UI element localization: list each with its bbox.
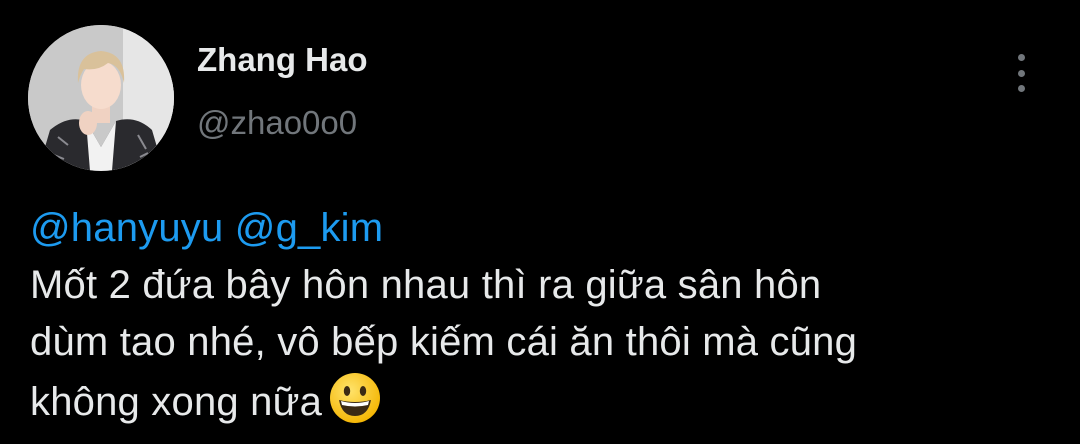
tweet-line: Mốt 2 đứa bây hôn nhau thì ra giữa sân h… [30,263,822,307]
tweet-last-line: không xong nữa [30,371,1060,431]
more-vertical-icon [1017,54,1025,92]
tweet-line: dùm tao nhé, vô bếp kiếm cái ăn thôi mà … [30,320,858,364]
avatar[interactable] [28,25,174,171]
author-handle[interactable]: @zhao0o0 [197,103,357,143]
more-options-button[interactable] [1006,52,1036,94]
tweet-mentions: @hanyuyu @g_kim [30,200,1060,257]
tweet-line: không xong nữa [30,380,323,424]
author-display-name[interactable]: Zhang Hao [197,40,368,80]
grinning-face-icon [330,373,381,423]
avatar-image [28,25,174,171]
tweet-text: @hanyuyu @g_kim Mốt 2 đứa bây hôn nhau t… [30,200,1060,431]
mention-link[interactable]: @g_kim [235,206,384,250]
mention-link[interactable]: @hanyuyu [30,206,223,250]
